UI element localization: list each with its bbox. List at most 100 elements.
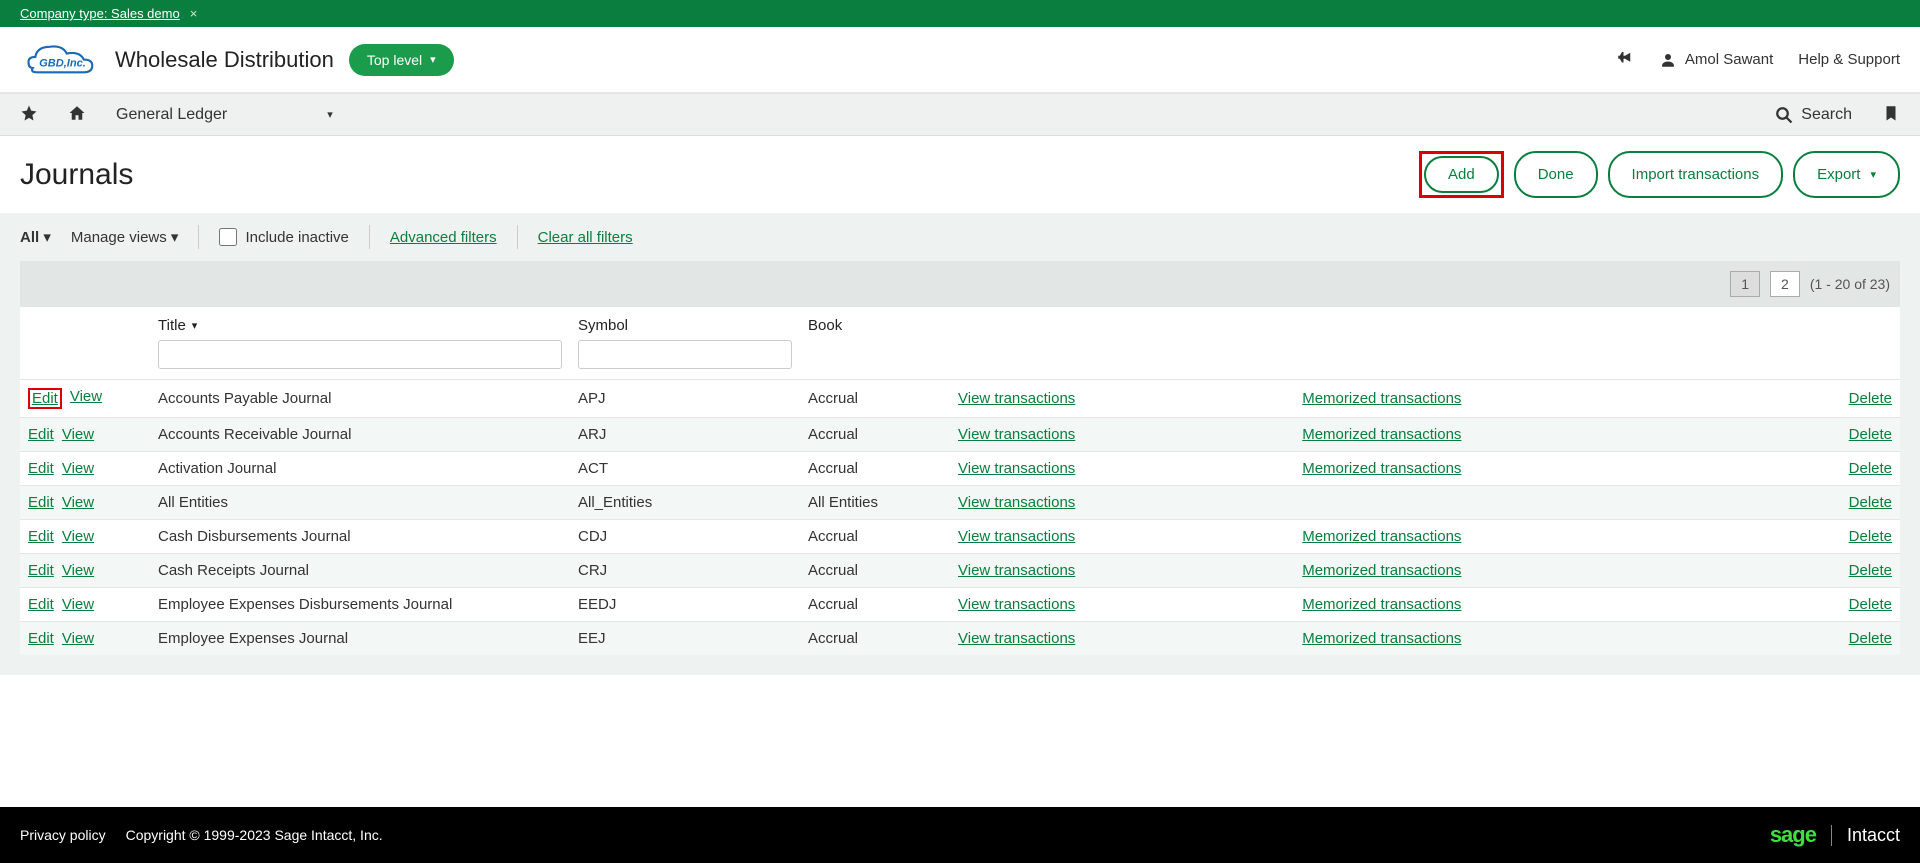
col-delete bbox=[1747, 307, 1900, 380]
cell-symbol: All_Entities bbox=[570, 486, 800, 520]
edit-link[interactable]: Edit bbox=[28, 426, 54, 443]
company-type-link[interactable]: Company type: Sales demo bbox=[20, 6, 180, 21]
table-row: EditViewAccounts Payable JournalAPJAccru… bbox=[20, 380, 1900, 418]
cell-book: All Entities bbox=[800, 486, 950, 520]
col-book[interactable]: Book bbox=[800, 307, 950, 380]
page-1[interactable]: 1 bbox=[1730, 271, 1760, 297]
view-link[interactable]: View bbox=[62, 494, 94, 511]
edit-link[interactable]: Edit bbox=[28, 460, 54, 477]
view-transactions-link[interactable]: View transactions bbox=[958, 596, 1075, 613]
delete-link[interactable]: Delete bbox=[1849, 426, 1892, 443]
megaphone-icon[interactable] bbox=[1616, 49, 1634, 71]
divider bbox=[198, 225, 199, 249]
chevron-down-icon: ▾ bbox=[327, 108, 333, 121]
svg-text:GBD,Inc.: GBD,Inc. bbox=[39, 57, 86, 69]
edit-link[interactable]: Edit bbox=[28, 494, 54, 511]
col-viewtx bbox=[950, 307, 1294, 380]
edit-link[interactable]: Edit bbox=[28, 630, 54, 647]
user-icon bbox=[1659, 51, 1677, 69]
table-row: EditViewEmployee Expenses JournalEEJAccr… bbox=[20, 622, 1900, 656]
view-link[interactable]: View bbox=[62, 426, 94, 443]
manage-views[interactable]: Manage views ▾ bbox=[71, 228, 179, 246]
memorized-transactions-link[interactable]: Memorized transactions bbox=[1302, 528, 1461, 545]
content-area: 1 2 (1 - 20 of 23) Title ▾ Symbol Book bbox=[0, 261, 1920, 675]
delete-link[interactable]: Delete bbox=[1849, 562, 1892, 579]
delete-link[interactable]: Delete bbox=[1849, 630, 1892, 647]
view-transactions-link[interactable]: View transactions bbox=[958, 426, 1075, 443]
export-button[interactable]: Export ▾ bbox=[1793, 151, 1900, 198]
add-button[interactable]: Add bbox=[1424, 156, 1499, 193]
bookmark-icon[interactable] bbox=[1882, 104, 1900, 125]
view-link[interactable]: View bbox=[62, 460, 94, 477]
edit-link[interactable]: Edit bbox=[28, 562, 54, 579]
delete-link[interactable]: Delete bbox=[1849, 390, 1892, 407]
view-filter-all[interactable]: All ▾ bbox=[20, 228, 51, 246]
include-inactive-label: Include inactive bbox=[245, 229, 348, 246]
view-link[interactable]: View bbox=[62, 630, 94, 647]
module-selector[interactable]: General Ledger ▾ bbox=[116, 106, 333, 124]
page-2[interactable]: 2 bbox=[1770, 271, 1800, 297]
cell-book: Accrual bbox=[800, 554, 950, 588]
include-inactive-checkbox[interactable] bbox=[219, 228, 237, 246]
include-inactive-toggle[interactable]: Include inactive bbox=[219, 228, 348, 246]
clear-filters-link[interactable]: Clear all filters bbox=[538, 229, 633, 246]
page-title: Journals bbox=[20, 158, 133, 192]
table-row: EditViewAccounts Receivable JournalARJAc… bbox=[20, 418, 1900, 452]
import-transactions-button[interactable]: Import transactions bbox=[1608, 151, 1784, 198]
copyright: Copyright © 1999-2023 Sage Intacct, Inc. bbox=[126, 827, 383, 843]
user-menu[interactable]: Amol Sawant bbox=[1659, 51, 1773, 69]
delete-link[interactable]: Delete bbox=[1849, 596, 1892, 613]
table-row: EditViewCash Disbursements JournalCDJAcc… bbox=[20, 520, 1900, 554]
done-button[interactable]: Done bbox=[1514, 151, 1598, 198]
filter-title-input[interactable] bbox=[158, 340, 562, 369]
view-transactions-link[interactable]: View transactions bbox=[958, 460, 1075, 477]
view-transactions-link[interactable]: View transactions bbox=[958, 528, 1075, 545]
view-link[interactable]: View bbox=[70, 388, 102, 409]
view-transactions-link[interactable]: View transactions bbox=[958, 494, 1075, 511]
col-symbol[interactable]: Symbol bbox=[570, 307, 800, 380]
nav-bar: General Ledger ▾ Search bbox=[0, 94, 1920, 136]
filter-symbol-input[interactable] bbox=[578, 340, 792, 369]
view-link[interactable]: View bbox=[62, 562, 94, 579]
view-transactions-link[interactable]: View transactions bbox=[958, 390, 1075, 407]
pagination-bar: 1 2 (1 - 20 of 23) bbox=[20, 261, 1900, 307]
cell-book: Accrual bbox=[800, 452, 950, 486]
cell-book: Accrual bbox=[800, 418, 950, 452]
view-transactions-link[interactable]: View transactions bbox=[958, 630, 1075, 647]
page-range: (1 - 20 of 23) bbox=[1810, 276, 1890, 292]
advanced-filters-link[interactable]: Advanced filters bbox=[390, 229, 497, 246]
edit-link[interactable]: Edit bbox=[28, 596, 54, 613]
delete-link[interactable]: Delete bbox=[1849, 494, 1892, 511]
cell-title: Accounts Receivable Journal bbox=[150, 418, 570, 452]
memorized-transactions-link[interactable]: Memorized transactions bbox=[1302, 630, 1461, 647]
memorized-transactions-link[interactable]: Memorized transactions bbox=[1302, 426, 1461, 443]
search-label: Search bbox=[1801, 106, 1852, 124]
home-icon[interactable] bbox=[68, 104, 86, 125]
edit-link[interactable]: Edit bbox=[28, 388, 62, 409]
app-title: Wholesale Distribution bbox=[115, 47, 334, 73]
help-link[interactable]: Help & Support bbox=[1798, 51, 1900, 68]
view-link[interactable]: View bbox=[62, 528, 94, 545]
entity-selector-button[interactable]: Top level ▾ bbox=[349, 44, 454, 76]
company-logo: GBD,Inc. bbox=[20, 37, 105, 82]
privacy-link[interactable]: Privacy policy bbox=[20, 827, 106, 843]
entity-label: Top level bbox=[367, 52, 422, 68]
cell-symbol: ACT bbox=[570, 452, 800, 486]
memorized-transactions-link[interactable]: Memorized transactions bbox=[1302, 460, 1461, 477]
col-memtx bbox=[1294, 307, 1747, 380]
view-transactions-link[interactable]: View transactions bbox=[958, 562, 1075, 579]
search-button[interactable]: Search bbox=[1775, 106, 1852, 124]
close-icon[interactable]: × bbox=[190, 6, 198, 21]
view-link[interactable]: View bbox=[62, 596, 94, 613]
memorized-transactions-link[interactable]: Memorized transactions bbox=[1302, 596, 1461, 613]
chevron-down-icon: ▾ bbox=[430, 53, 436, 66]
favorites-star-icon[interactable] bbox=[20, 104, 38, 125]
page-header: Journals Add Done Import transactions Ex… bbox=[0, 136, 1920, 213]
memorized-transactions-link[interactable]: Memorized transactions bbox=[1302, 390, 1461, 407]
delete-link[interactable]: Delete bbox=[1849, 460, 1892, 477]
col-title[interactable]: Title ▾ bbox=[150, 307, 570, 380]
delete-link[interactable]: Delete bbox=[1849, 528, 1892, 545]
memorized-transactions-link[interactable]: Memorized transactions bbox=[1302, 562, 1461, 579]
edit-link[interactable]: Edit bbox=[28, 528, 54, 545]
cell-book: Accrual bbox=[800, 520, 950, 554]
